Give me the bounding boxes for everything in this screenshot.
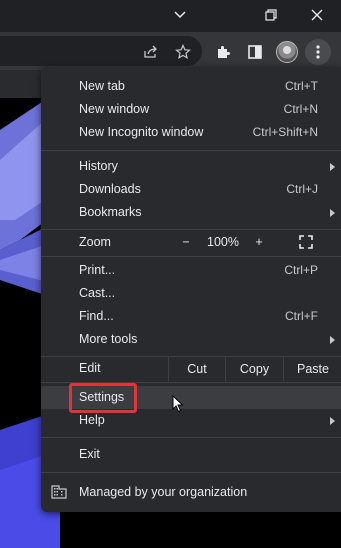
- chrome-main-menu: New tab Ctrl+T New window Ctrl+N New Inc…: [41, 67, 341, 512]
- menu-item-find[interactable]: Find... Ctrl+F: [41, 305, 341, 328]
- mouse-cursor-icon: [172, 395, 184, 413]
- menu-item-downloads[interactable]: Downloads Ctrl+J: [41, 178, 341, 201]
- menu-item-cast[interactable]: Cast...: [41, 282, 341, 305]
- menu-item-shortcut: Ctrl+Shift+N: [252, 125, 318, 139]
- tab-search-chevron-down-icon[interactable]: [168, 4, 192, 26]
- menu-item-label: New Incognito window: [79, 125, 204, 139]
- menu-item-shortcut: Ctrl+F: [285, 309, 318, 323]
- copy-button[interactable]: Copy: [225, 357, 283, 381]
- submenu-arrow-icon: [330, 417, 335, 425]
- zoom-in-button[interactable]: +: [241, 230, 277, 255]
- menu-item-new-tab[interactable]: New tab Ctrl+T: [41, 75, 341, 98]
- menu-separator: [41, 437, 341, 438]
- menu-item-new-window[interactable]: New window Ctrl+N: [41, 98, 341, 121]
- building-icon: [51, 485, 67, 499]
- menu-item-more-tools[interactable]: More tools: [41, 328, 341, 351]
- share-icon[interactable]: [138, 39, 164, 65]
- menu-item-shortcut: Ctrl+T: [285, 79, 318, 93]
- menu-item-label: Downloads: [79, 182, 141, 196]
- paste-button[interactable]: Paste: [283, 357, 341, 381]
- fullscreen-icon[interactable]: [299, 235, 313, 249]
- edit-label: Edit: [79, 361, 101, 375]
- menu-zoom-row: Zoom − 100% +: [41, 230, 341, 255]
- menu-separator: [41, 472, 341, 473]
- submenu-arrow-icon: [330, 336, 335, 344]
- submenu-arrow-icon: [330, 209, 335, 217]
- submenu-arrow-icon: [330, 163, 335, 171]
- menu-item-managed-by-organization[interactable]: Managed by your organization: [41, 480, 341, 504]
- restore-icon[interactable]: [259, 4, 283, 26]
- menu-item-label: New window: [79, 102, 150, 116]
- menu-item-label: Print...: [79, 263, 116, 277]
- more-vert-icon[interactable]: [305, 39, 331, 65]
- menu-item-label: Bookmarks: [79, 205, 142, 219]
- menu-item-shortcut: Ctrl+J: [286, 182, 318, 196]
- zoom-out-button[interactable]: −: [167, 230, 205, 255]
- menu-item-exit[interactable]: Exit: [41, 443, 341, 466]
- close-icon[interactable]: [305, 4, 329, 26]
- zoom-label: Zoom: [79, 235, 111, 249]
- cut-button[interactable]: Cut: [168, 357, 225, 381]
- menu-item-shortcut: Ctrl+N: [283, 102, 318, 116]
- menu-item-label: Find...: [79, 309, 114, 323]
- extensions-icon[interactable]: [210, 39, 236, 65]
- menu-edit-row: Edit Cut Copy Paste: [41, 357, 341, 381]
- menu-item-label: History: [79, 159, 118, 173]
- settings-highlight-box: [69, 383, 137, 413]
- menu-item-label: More tools: [79, 332, 138, 346]
- side-panel-icon[interactable]: [242, 39, 268, 65]
- zoom-level: 100%: [207, 235, 239, 249]
- menu-separator: [41, 256, 341, 257]
- menu-item-shortcut: Ctrl+P: [284, 263, 318, 277]
- menu-item-label: Managed by your organization: [79, 485, 248, 499]
- menu-item-label: Exit: [79, 447, 100, 461]
- menu-item-label: New tab: [79, 79, 125, 93]
- menu-item-new-incognito-window[interactable]: New Incognito window Ctrl+Shift+N: [41, 121, 341, 144]
- menu-item-history[interactable]: History: [41, 155, 341, 178]
- menu-item-label: Cast...: [79, 286, 116, 300]
- menu-item-print[interactable]: Print... Ctrl+P: [41, 259, 341, 282]
- title-bar: [0, 0, 341, 32]
- bookmark-star-icon[interactable]: [170, 39, 196, 65]
- menu-item-bookmarks[interactable]: Bookmarks: [41, 201, 341, 224]
- profile-avatar[interactable]: [274, 39, 300, 65]
- menu-separator: [41, 150, 341, 151]
